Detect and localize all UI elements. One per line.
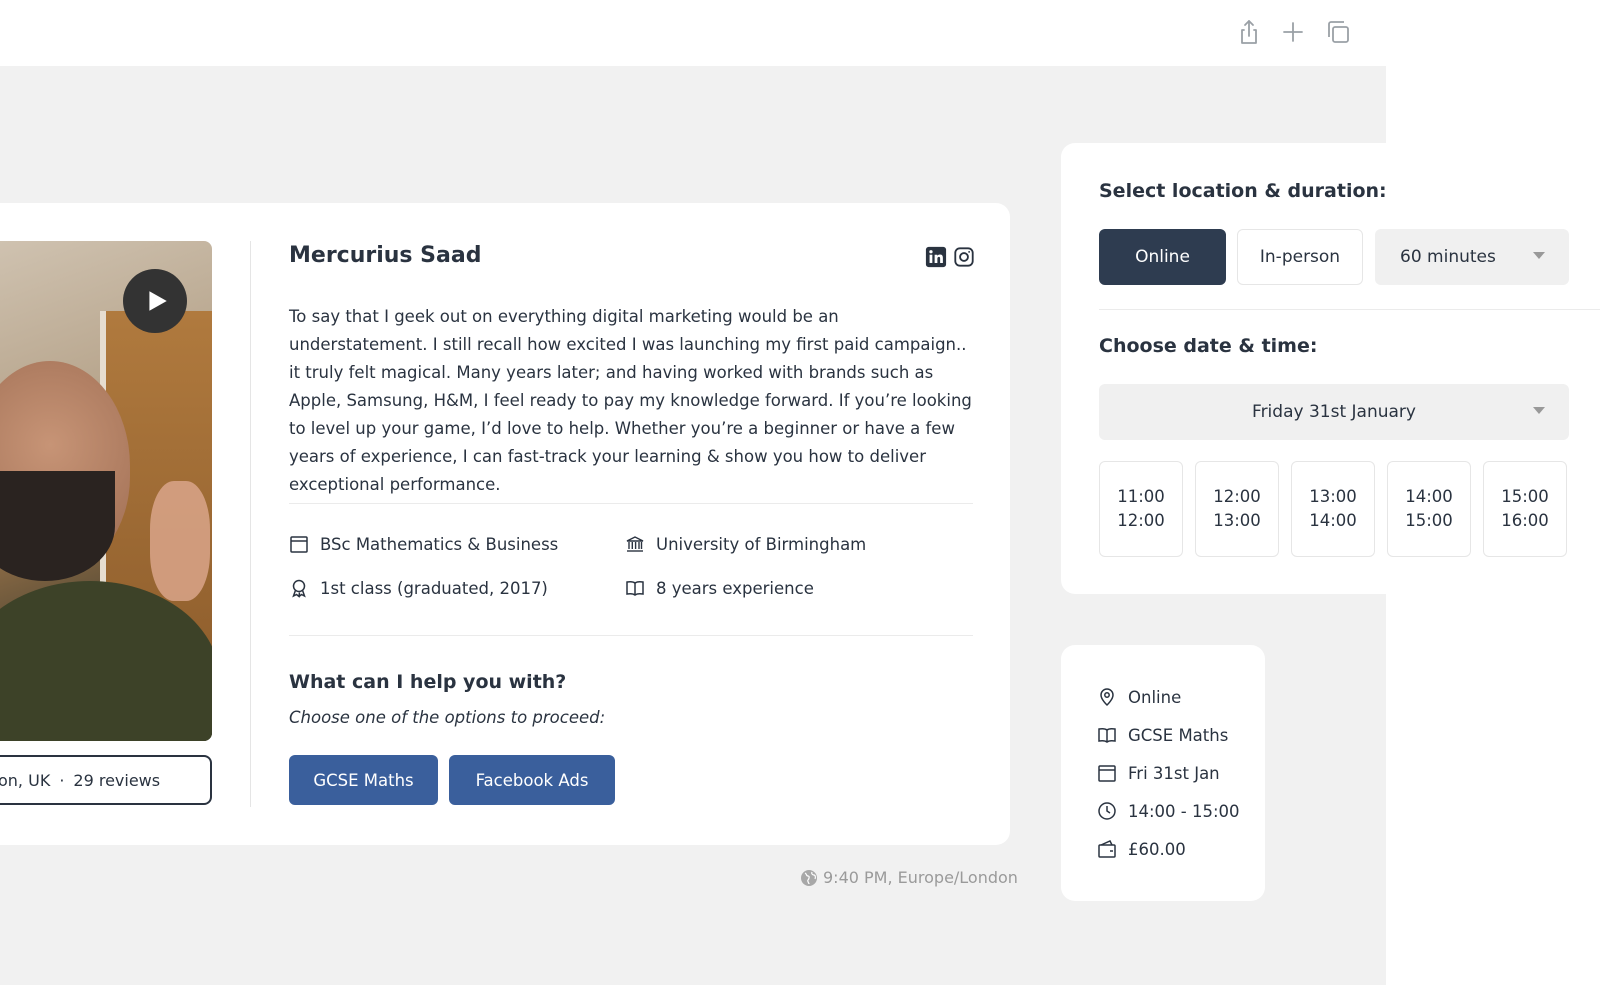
tutor-name: Mercurius Saad <box>289 243 482 268</box>
degree-text: BSc Mathematics & Business <box>320 534 559 554</box>
date-time-title: Choose date & time: <box>1099 335 1318 357</box>
slot-end: 16:00 <box>1501 511 1549 530</box>
slot-end: 13:00 <box>1213 511 1261 530</box>
location-pin-icon <box>1100 688 1114 707</box>
summary-time-text: 14:00 - 15:00 <box>1128 801 1240 821</box>
option-gcse-maths-button[interactable]: GCSE Maths <box>289 755 438 805</box>
option-facebook-ads-button[interactable]: Facebook Ads <box>449 755 615 805</box>
separator-dot: · <box>59 770 65 790</box>
summary-subject: GCSE Maths <box>1097 725 1228 745</box>
calendar-icon <box>1098 765 1116 782</box>
vertical-divider <box>250 241 251 807</box>
slot-end: 15:00 <box>1405 511 1453 530</box>
book-icon <box>626 580 644 596</box>
book-icon <box>1098 727 1116 743</box>
video-person-hand <box>150 481 210 601</box>
fact-experience: 8 years experience <box>625 578 814 598</box>
date-value: Friday 31st January <box>1252 402 1416 422</box>
duration-value: 60 minutes <box>1400 247 1496 267</box>
university-text: University of Birmingham <box>656 534 867 554</box>
summary-subject-text: GCSE Maths <box>1128 725 1229 745</box>
summary-mode-text: Online <box>1128 687 1182 707</box>
slot-end: 14:00 <box>1309 511 1357 530</box>
social-links <box>925 246 975 268</box>
play-button[interactable] <box>123 269 187 333</box>
experience-text: 8 years experience <box>656 578 814 598</box>
video-person-beard <box>0 471 115 581</box>
tutor-bio: To say that I geek out on everything dig… <box>289 307 972 494</box>
summary-date: Fri 31st Jan <box>1097 763 1220 783</box>
timezone-label: 9:40 PM, Europe/London <box>800 868 1018 887</box>
tutor-reviews: 29 reviews <box>73 770 161 790</box>
slot-start: 11:00 <box>1117 487 1165 506</box>
grade-text: 1st class (graduated, 2017) <box>320 578 548 598</box>
instagram-icon[interactable] <box>953 246 975 268</box>
mode-in-person-button[interactable]: In-person <box>1237 229 1363 285</box>
mode-online-button[interactable]: Online <box>1099 229 1226 285</box>
caret-down-icon <box>1533 407 1545 414</box>
institution-icon <box>626 536 644 552</box>
slot-start: 14:00 <box>1405 487 1453 506</box>
fact-degree: BSc Mathematics & Business <box>289 534 558 554</box>
caret-down-icon <box>1533 252 1545 259</box>
summary-mode: Online <box>1097 687 1181 707</box>
time-slot-1200[interactable]: 12:00 13:00 <box>1195 461 1279 557</box>
booking-card: Select location & duration: Online In-pe… <box>1061 143 1600 594</box>
clock-icon <box>1098 802 1116 820</box>
top-bar <box>0 0 1600 66</box>
tutor-location: on, UK <box>0 770 51 790</box>
copy-icon[interactable] <box>1324 18 1352 46</box>
summary-price: £60.00 <box>1097 839 1186 859</box>
tutor-profile-card: on, UK · 29 reviews Mercurius Saad To sa… <box>0 203 1010 845</box>
help-subtitle: Choose one of the options to proceed: <box>289 708 606 727</box>
slot-start: 15:00 <box>1501 487 1549 506</box>
time-slot-1500[interactable]: 15:00 16:00 <box>1483 461 1567 557</box>
location-duration-title: Select location & duration: <box>1099 180 1387 202</box>
slot-start: 12:00 <box>1213 487 1261 506</box>
time-slot-1300[interactable]: 13:00 14:00 <box>1291 461 1375 557</box>
award-icon <box>292 579 306 598</box>
share-icon[interactable] <box>1235 18 1263 46</box>
time-slot-1100[interactable]: 11:00 12:00 <box>1099 461 1183 557</box>
summary-time: 14:00 - 15:00 <box>1097 801 1240 821</box>
time-slot-1400[interactable]: 14:00 15:00 <box>1387 461 1471 557</box>
summary-date-text: Fri 31st Jan <box>1128 763 1220 783</box>
divider <box>1099 309 1600 310</box>
divider <box>289 503 973 504</box>
date-select[interactable]: Friday 31st January <box>1099 384 1569 440</box>
fact-university: University of Birmingham <box>625 534 866 554</box>
location-reviews-pill[interactable]: on, UK · 29 reviews <box>0 755 212 805</box>
slot-end: 12:00 <box>1117 511 1165 530</box>
wallet-icon <box>1098 840 1116 858</box>
calendar-icon <box>290 536 308 553</box>
summary-price-text: £60.00 <box>1128 839 1186 859</box>
divider <box>289 635 973 636</box>
intro-video[interactable] <box>0 241 212 741</box>
globe-icon <box>801 869 817 886</box>
timezone-text: 9:40 PM, Europe/London <box>823 868 1018 887</box>
slot-start: 13:00 <box>1309 487 1357 506</box>
linkedin-icon[interactable] <box>925 246 947 268</box>
help-title: What can I help you with? <box>289 671 567 693</box>
play-icon <box>149 291 167 311</box>
fact-grade: 1st class (graduated, 2017) <box>289 578 548 598</box>
plus-icon[interactable] <box>1279 18 1307 46</box>
booking-summary-card: Online GCSE Maths Fri 31st Jan 14:00 - 1… <box>1061 645 1265 901</box>
duration-select[interactable]: 60 minutes <box>1375 229 1569 285</box>
